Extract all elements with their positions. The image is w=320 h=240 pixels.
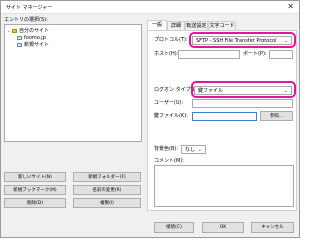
tab-transfer-settings[interactable]: 転送設定 [185, 21, 208, 30]
comment-label: コメント(M): [154, 158, 184, 164]
port-input[interactable] [269, 50, 293, 59]
bgcolor-select[interactable]: なし ⌄ [181, 145, 206, 154]
window-title: サイト マネージャー [6, 5, 53, 11]
host-label: ホスト(H): [154, 51, 179, 57]
folder-icon [11, 28, 17, 33]
tree-item-foomo[interactable]: foomo.jp [17, 35, 46, 42]
rename-button[interactable]: 名前の変更(R) [73, 185, 141, 195]
tree-item-label: foomo.jp [24, 35, 46, 41]
duplicate-button[interactable]: 複製(I) [73, 198, 141, 208]
tab-charset[interactable]: 文字コード [208, 21, 236, 30]
host-input[interactable] [178, 50, 240, 59]
port-label: ポート(P): [243, 51, 267, 57]
tree-item-label: 新規サイト [24, 42, 50, 48]
new-site-button[interactable]: 新しいサイト(N) [4, 172, 66, 182]
tree-item-my-sites[interactable]: ⌄ 自分のサイト [7, 27, 49, 35]
new-folder-button[interactable]: 新規フォルダー(F) [73, 172, 141, 182]
browse-button[interactable]: 参照... [260, 111, 293, 121]
chevron-down-icon: ⌄ [197, 147, 202, 153]
connect-button[interactable]: 接続(C) [154, 222, 194, 233]
cancel-button[interactable]: キャンセル [251, 222, 294, 233]
keyfile-input[interactable] [192, 112, 257, 121]
user-input[interactable] [192, 99, 293, 108]
site-icon [17, 42, 22, 47]
site-tree[interactable]: ⌄ 自分のサイト foomo.jp 新規サイト [4, 24, 142, 142]
protocol-label: プロトコル(T): [154, 37, 188, 43]
bgcolor-label: 背景色(B): [154, 146, 179, 152]
keyfile-label: 鍵ファイル(K): [154, 113, 188, 119]
title-bar: サイト マネージャー ✕ [1, 1, 299, 14]
tab-advanced[interactable]: 詳細 [167, 21, 185, 30]
ok-button[interactable]: OK [202, 222, 244, 233]
bgcolor-value: なし [185, 147, 196, 153]
user-label: ユーザー(U): [154, 100, 184, 106]
close-icon[interactable]: ✕ [287, 2, 294, 12]
tree-item-label: 自分のサイト [18, 28, 49, 34]
delete-button[interactable]: 削除(D) [4, 198, 66, 208]
protocol-highlight [189, 32, 296, 48]
comment-textarea[interactable] [154, 165, 294, 207]
entry-select-label: エントリの選択(S): [4, 17, 48, 23]
new-bookmark-button[interactable]: 新規ブックマーク(M) [4, 185, 66, 195]
tree-item-new-site[interactable]: 新規サイト [17, 42, 49, 49]
logon-type-highlight [191, 81, 296, 98]
site-icon [17, 35, 22, 40]
site-manager-window: サイト マネージャー ✕ エントリの選択(S): ⌄ 自分のサイト foomo.… [0, 0, 300, 238]
